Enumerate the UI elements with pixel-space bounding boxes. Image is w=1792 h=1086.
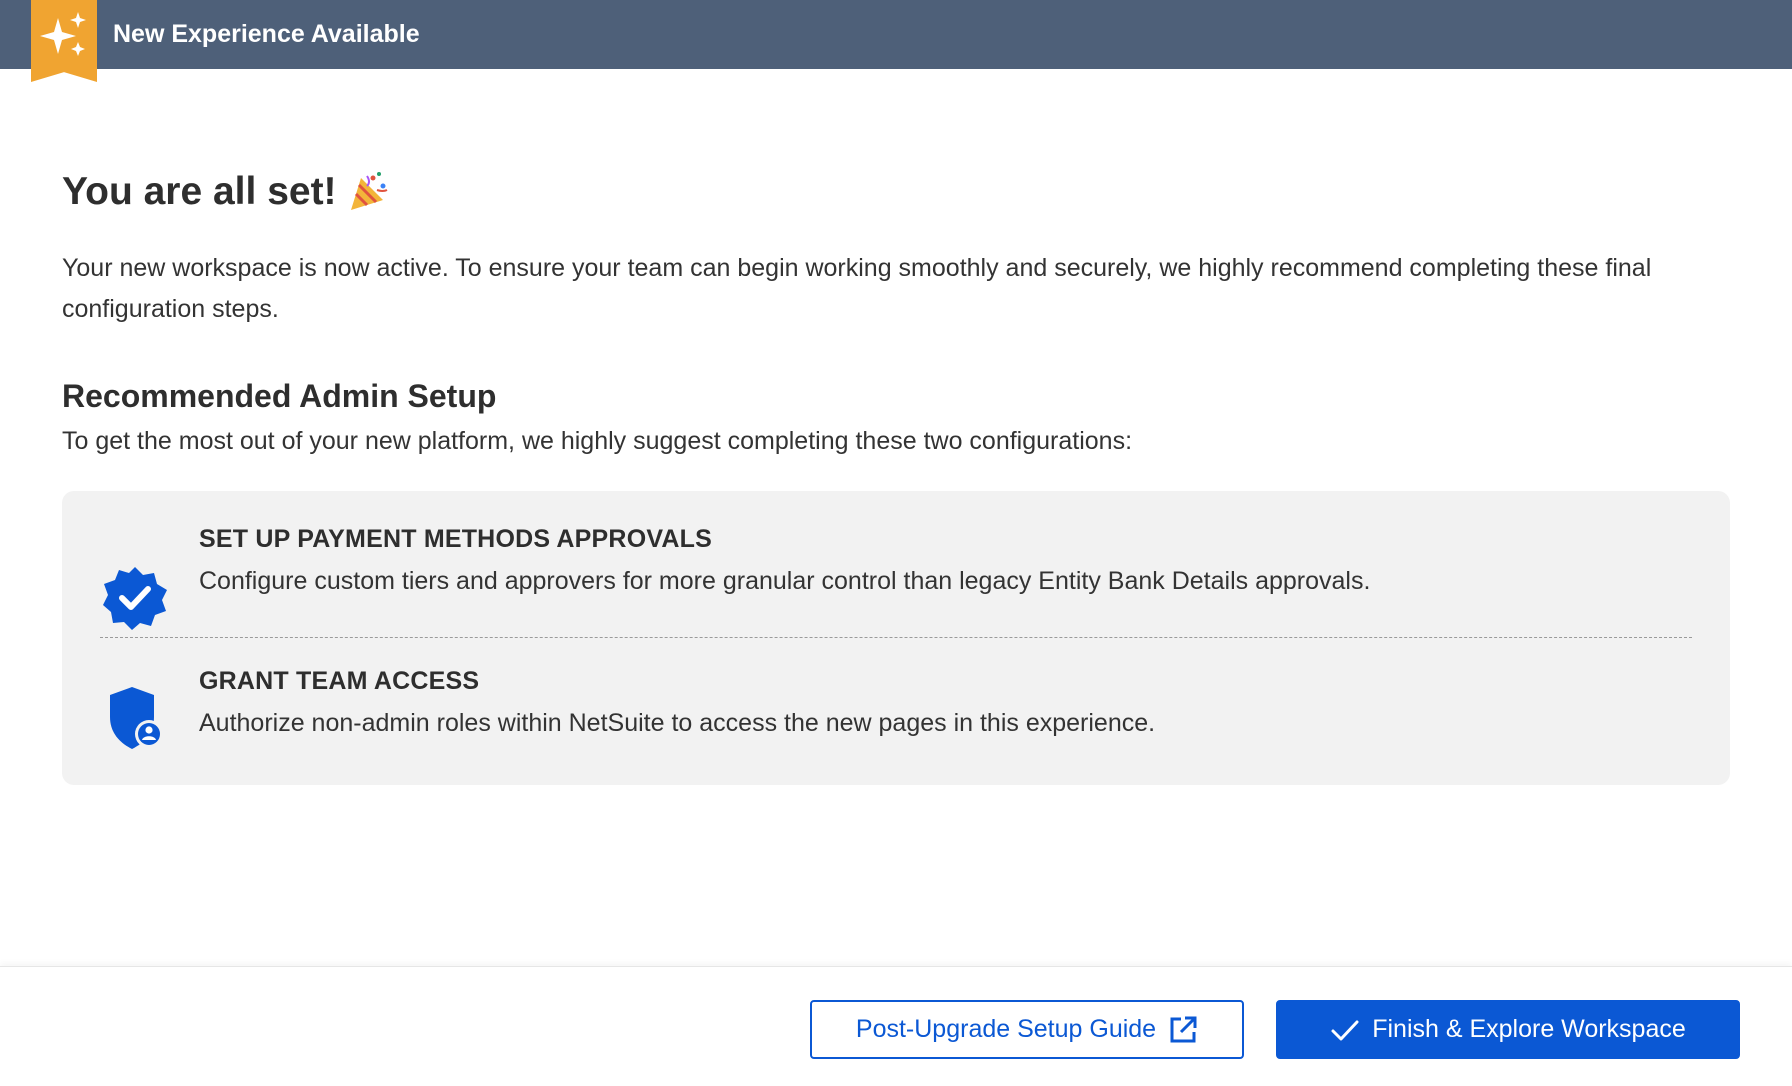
- step-description: Authorize non-admin roles within NetSuit…: [199, 709, 1156, 737]
- external-link-icon: [1170, 1016, 1197, 1042]
- shield-user-icon: [110, 687, 163, 749]
- finish-explore-label: Finish & Explore Workspace: [1372, 1015, 1686, 1043]
- finish-explore-button[interactable]: Finish & Explore Workspace: [1276, 1000, 1740, 1059]
- sparkles-icon: [40, 12, 86, 56]
- setup-guide-button[interactable]: Post-Upgrade Setup Guide: [810, 1000, 1244, 1059]
- divider: [100, 637, 1692, 638]
- step-description: Configure custom tiers and approvers for…: [199, 567, 1371, 595]
- step-title: GRANT TEAM ACCESS: [199, 667, 480, 695]
- setup-guide-label: Post-Upgrade Setup Guide: [855, 1015, 1157, 1043]
- step-title: SET UP PAYMENT METHODS APPROVALS: [199, 525, 712, 553]
- verified-badge-icon: [103, 567, 167, 630]
- section-subtitle: To get the most out of your new platform…: [62, 427, 1133, 455]
- checkmark-icon: [1331, 1020, 1359, 1040]
- header-title: New Experience Available: [113, 20, 420, 48]
- party-popper-icon: [350, 172, 387, 210]
- header-bar: New Experience Available: [0, 0, 1792, 82]
- sparkles-badge: [31, 0, 97, 82]
- setup-steps-card: SET UP PAYMENT METHODS APPROVALS Configu…: [62, 491, 1730, 785]
- section-title: Recommended Admin Setup: [62, 378, 497, 414]
- intro-text: Your new workspace is now active. To ens…: [62, 254, 1652, 323]
- page-title: You are all set!: [62, 170, 337, 213]
- page-title-row: You are all set!: [62, 166, 391, 218]
